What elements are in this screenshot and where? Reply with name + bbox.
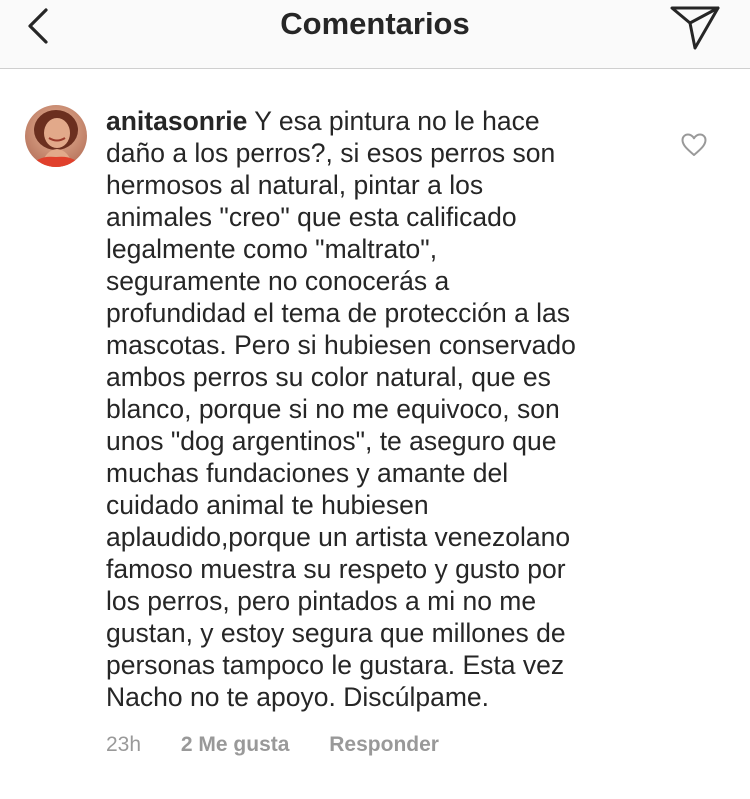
- paper-plane-icon: [670, 6, 720, 50]
- comment-username[interactable]: anitasonrie: [106, 106, 247, 136]
- comment-text-block: anitasonrie Y esa pintura no le hace dañ…: [106, 105, 666, 713]
- likes-count-button[interactable]: 2 Me gusta: [181, 731, 290, 759]
- page-title: Comentarios: [280, 6, 470, 41]
- comment-timestamp: 23h: [106, 733, 142, 756]
- comment-meta: 23h 2 Me gusta Responder: [106, 731, 439, 759]
- comments-screen: Comentarios anitasonrie Y esa pintura no…: [0, 0, 750, 799]
- reply-button[interactable]: Responder: [329, 731, 439, 759]
- profile-photo: [25, 105, 87, 167]
- avatar[interactable]: [25, 105, 87, 167]
- heart-outline-icon: [681, 133, 707, 156]
- share-button[interactable]: [668, 2, 724, 52]
- header-bar: Comentarios: [0, 0, 750, 69]
- like-button[interactable]: [680, 132, 708, 158]
- comment-text: Y esa pintura no le hace daño a los perr…: [106, 106, 576, 712]
